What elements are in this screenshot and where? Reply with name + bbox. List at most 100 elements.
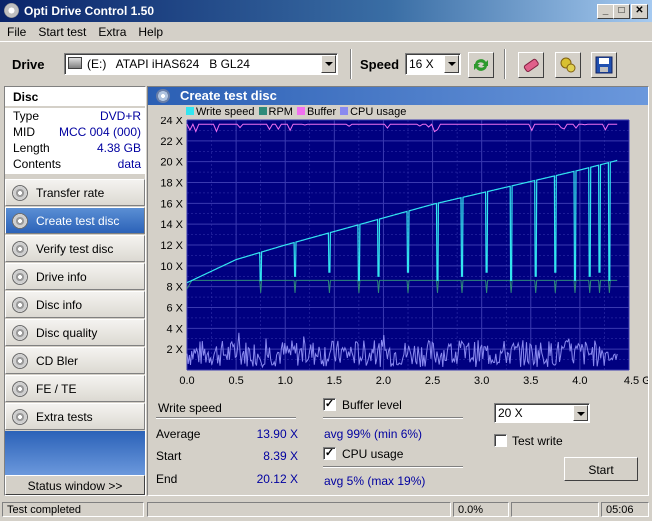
y-tick-label: 14 X [160, 219, 183, 231]
divider [323, 417, 463, 419]
legend-swatch [186, 107, 194, 115]
speed-select[interactable]: 16 X [405, 53, 461, 75]
chevron-down-icon[interactable] [444, 55, 459, 73]
disc-icon [12, 325, 28, 341]
menu-file[interactable]: File [0, 22, 31, 39]
cpu-usage-checkbox[interactable]: ✓ [323, 447, 336, 460]
nav-extra-tests-button[interactable]: Extra tests [5, 403, 145, 430]
minimize-button[interactable]: _ [597, 4, 614, 19]
disc-row-mid: MID MCC 004 (000) [5, 124, 145, 140]
nav-transfer-rate-button[interactable]: Transfer rate [5, 179, 145, 206]
status-panel-empty [147, 502, 451, 517]
nav-drive-info-button[interactable]: Drive info [5, 263, 145, 290]
refresh-button[interactable] [468, 52, 494, 78]
x-tick-label: 4.5 GB [624, 375, 648, 387]
end-value: 20.12 X [256, 472, 298, 486]
divider [156, 417, 296, 419]
disc-key: Contents [13, 157, 62, 171]
nav-label: Drive info [36, 270, 87, 284]
nav-verify-test-disc-button[interactable]: Verify test disc [5, 235, 145, 262]
disc-icon [12, 353, 28, 369]
x-tick-label: 3.0 [474, 375, 489, 387]
disc-icon [12, 409, 28, 425]
cpu-summary: avg 5% (max 19%) [324, 474, 426, 488]
close-button[interactable]: ✕ [631, 4, 648, 19]
status-text: Test completed [2, 502, 144, 517]
y-tick-label: 2 X [166, 344, 183, 356]
toolbar-separator [350, 49, 352, 79]
nav-label: Disc info [36, 298, 83, 312]
nav-cd-bler-button[interactable]: CD Bler [5, 347, 145, 374]
nav-label: Create test disc [36, 214, 120, 228]
menu-extra[interactable]: Extra [91, 22, 131, 39]
disc-icon [12, 269, 28, 285]
drive-value: (E:) ATAPI iHAS624 B GL24 [87, 57, 250, 71]
nav-label: Verify test disc [36, 242, 114, 256]
toolbar-separator [504, 49, 506, 79]
nav-disc-info-button[interactable]: Disc info [5, 291, 145, 318]
nav-create-test-disc-button[interactable]: Create test disc [5, 207, 145, 234]
tools-icon [560, 57, 576, 73]
legend-swatch [258, 107, 267, 115]
nav-label: FE / TE [36, 382, 77, 396]
chevron-down-icon[interactable] [573, 405, 588, 421]
nav-label: Extra tests [36, 410, 93, 424]
disc-icon [12, 297, 28, 313]
x-tick-label: 1.5 [327, 375, 342, 387]
disc-key: Type [13, 109, 40, 123]
buffer-summary: avg 99% (min 6%) [324, 427, 423, 441]
disc-icon [12, 241, 28, 257]
status-bar: Test completed 0.0% 05:06 [0, 500, 652, 521]
x-tick-label: 2.0 [376, 375, 391, 387]
progress-bar [511, 502, 599, 517]
title-bar[interactable]: Opti Drive Control 1.50 _ □ ✕ [0, 0, 652, 22]
menu-help[interactable]: Help [131, 22, 168, 39]
speed-value: 16 X [409, 57, 434, 71]
disc-header: Disc [5, 87, 145, 106]
start-label: Start [156, 449, 182, 463]
main-header: Create test disc [148, 87, 648, 105]
disc-key: MID [13, 125, 35, 139]
buffer-level-label: Buffer level [342, 398, 402, 412]
chevron-down-icon[interactable] [321, 55, 336, 73]
tools-button[interactable] [555, 52, 581, 78]
window-title: Opti Drive Control 1.50 [24, 4, 155, 18]
left-panel: Disc Type DVD+R MID MCC 004 (000) Length 4.… [4, 86, 146, 496]
write-speed-chart: 2 X 4 X 6 X 8 X 10 X 12 X 14 X 16 X 18 X 20 X 22 X… [160, 117, 648, 387]
write-speed-select[interactable]: 20 X [494, 403, 590, 423]
stats-panel: Write speed Average 13.90 X Start 8.39 X… [148, 393, 648, 495]
menu-start-test[interactable]: Start test [31, 22, 91, 39]
y-tick-label: 12 X [160, 240, 183, 252]
test-write-checkbox[interactable] [494, 434, 507, 447]
legend-swatch [340, 107, 349, 115]
drive-select[interactable]: (E:) ATAPI iHAS624 B GL24 [64, 53, 338, 75]
main-title: Create test disc [180, 88, 277, 103]
disc-value: 4.38 GB [96, 141, 141, 155]
nav-disc-quality-button[interactable]: Disc quality [5, 319, 145, 346]
start-button[interactable]: Start [564, 457, 638, 481]
main-panel: Create test disc Write speed RPM Buffer CPU… [147, 86, 649, 496]
save-button[interactable] [591, 52, 617, 78]
start-value: 8.39 X [263, 449, 298, 463]
disc-row-contents: Contents data [5, 156, 145, 174]
status-window-button[interactable]: Status window >> [5, 475, 145, 495]
y-tick-label: 16 X [160, 198, 183, 210]
disc-row-length: Length 4.38 GB [5, 140, 145, 156]
eraser-icon [523, 58, 539, 73]
menu-bar: File Start test Extra Help [0, 22, 652, 41]
nav-fe-te-button[interactable]: FE / TE [5, 375, 145, 402]
disc-value: MCC 004 (000) [58, 125, 141, 139]
y-tick-label: 8 X [166, 282, 183, 294]
x-tick-label: 2.5 [425, 375, 440, 387]
buffer-level-checkbox[interactable]: ✓ [323, 398, 336, 411]
maximize-button[interactable]: □ [613, 4, 630, 19]
elapsed-time: 05:06 [601, 502, 649, 517]
disc-row-type: Type DVD+R [5, 108, 145, 124]
y-tick-label: 22 X [160, 136, 183, 148]
erase-button[interactable] [518, 52, 544, 78]
y-tick-label: 10 X [160, 261, 183, 273]
divider [323, 466, 463, 468]
disc-icon [12, 213, 28, 229]
floppy-icon [595, 56, 613, 74]
disc-value: DVD+R [99, 109, 141, 123]
